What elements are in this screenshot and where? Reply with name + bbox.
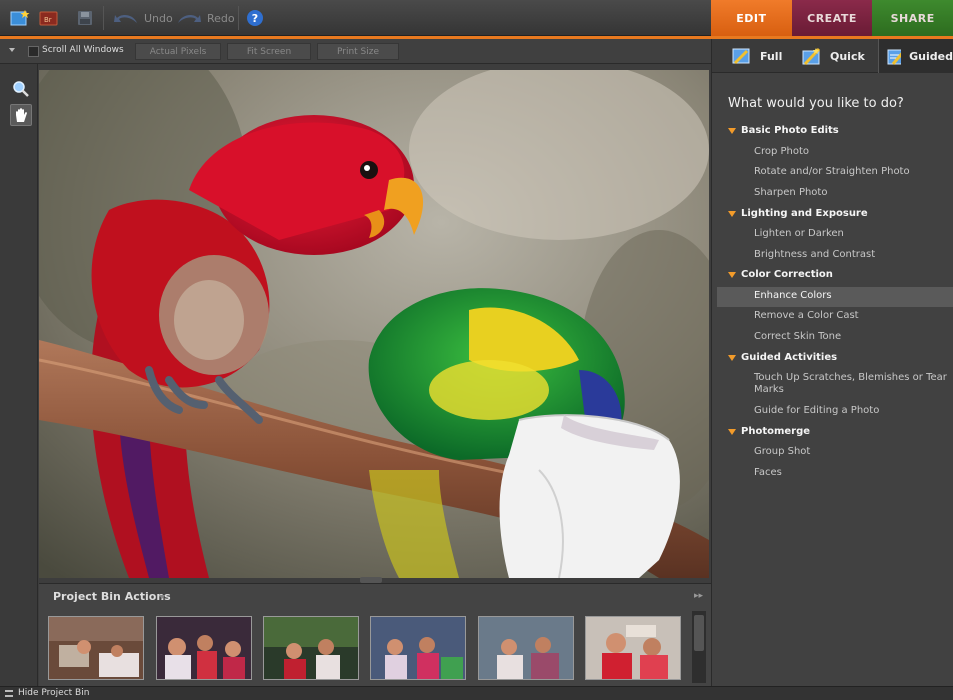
bin-thumbnail[interactable] xyxy=(156,616,252,680)
tab-guided-edit[interactable]: Guided xyxy=(878,39,953,73)
bin-thumbnail[interactable] xyxy=(478,616,574,680)
thumbnail-image xyxy=(586,617,680,679)
project-bin: Project Bin Actions ▸▸ xyxy=(39,583,711,686)
photo-canvas[interactable] xyxy=(39,70,709,578)
bin-thumbnail[interactable] xyxy=(585,616,681,680)
redo-arrow-icon xyxy=(178,15,201,23)
scroll-all-windows-checkbox[interactable] xyxy=(28,46,39,57)
disclosure-triangle-icon[interactable] xyxy=(728,127,736,134)
bin-expand-icon[interactable]: ▸▸ xyxy=(694,591,703,601)
disclosure-triangle-icon[interactable] xyxy=(728,428,736,435)
help-icon: ? xyxy=(247,10,263,26)
undo-arrow-icon xyxy=(114,15,137,23)
save-disk-icon xyxy=(78,11,92,25)
guided-item-touch-up-scratches[interactable]: Touch Up Scratches, Blemishes or Tear Ma… xyxy=(754,372,949,396)
thumbnail-image xyxy=(49,617,143,679)
guided-item-crop-photo[interactable]: Crop Photo xyxy=(754,146,949,158)
category-label: Guided Activities xyxy=(741,352,838,363)
tools-panel xyxy=(0,64,38,686)
guided-item-rotate-straighten[interactable]: Rotate and/or Straighten Photo xyxy=(754,166,949,178)
hand-tool[interactable] xyxy=(10,104,32,126)
print-size-button[interactable]: Print Size xyxy=(317,43,399,60)
category-basic-photo-edits[interactable]: Basic Photo Edits xyxy=(728,125,839,136)
main-toolbar: Br Undo Redo ? xyxy=(0,0,711,36)
project-bin-actions-menu[interactable]: Project Bin Actions xyxy=(53,590,171,603)
tab-edit[interactable]: EDIT xyxy=(711,0,792,36)
category-color-correction[interactable]: Color Correction xyxy=(728,269,833,280)
category-label: Color Correction xyxy=(741,269,833,280)
fit-screen-button[interactable]: Fit Screen xyxy=(227,43,311,60)
new-file-icon xyxy=(10,10,30,26)
zoom-tool[interactable] xyxy=(10,78,32,100)
guided-edit-panel: Full Quick Guided What would you like to… xyxy=(711,39,953,686)
guided-item-correct-skin-tone[interactable]: Correct Skin Tone xyxy=(754,331,949,343)
save-button[interactable] xyxy=(76,8,94,28)
guided-item-sharpen-photo[interactable]: Sharpen Photo xyxy=(754,187,949,199)
thumbnail-image xyxy=(479,617,573,679)
thumbnail-image xyxy=(264,617,358,679)
disclosure-triangle-icon[interactable] xyxy=(728,271,736,278)
quick-fix-icon xyxy=(802,47,821,65)
scroll-all-windows-label: Scroll All Windows xyxy=(42,45,124,55)
category-lighting-exposure[interactable]: Lighting and Exposure xyxy=(728,208,868,219)
panel-menu-arrow-icon[interactable] xyxy=(9,48,15,52)
bin-thumbnail[interactable] xyxy=(48,616,144,680)
bridge-icon: Br xyxy=(39,11,58,26)
svg-text:Br: Br xyxy=(44,16,52,24)
tab-share[interactable]: SHARE xyxy=(872,0,953,36)
guided-item-guide-editing-photo[interactable]: Guide for Editing a Photo xyxy=(754,405,949,417)
guided-edit-icon xyxy=(887,49,902,65)
guided-item-group-shot[interactable]: Group Shot xyxy=(754,446,949,458)
lorikeet-photo xyxy=(39,70,709,578)
thumbnail-image xyxy=(157,617,251,679)
chevron-down-icon[interactable] xyxy=(159,595,165,599)
tab-full-edit[interactable]: Full xyxy=(732,39,782,73)
full-edit-label: Full xyxy=(760,49,783,63)
quick-fix-label: Quick xyxy=(830,49,865,63)
status-bar: Hide Project Bin xyxy=(0,686,953,700)
category-photomerge[interactable]: Photomerge xyxy=(728,426,810,437)
hide-project-bin-toggle[interactable]: Hide Project Bin xyxy=(18,688,89,698)
hide-bin-icon[interactable] xyxy=(5,690,13,697)
guided-edit-label: Guided xyxy=(909,49,953,63)
tab-quick-fix[interactable]: Quick xyxy=(802,39,865,73)
redo-label: Redo xyxy=(207,11,235,25)
undo-button[interactable]: Undo xyxy=(113,8,173,28)
undo-label: Undo xyxy=(144,11,173,25)
redo-button[interactable]: Redo xyxy=(176,8,235,28)
disclosure-triangle-icon[interactable] xyxy=(728,354,736,361)
disclosure-triangle-icon[interactable] xyxy=(728,210,736,217)
bridge-button[interactable]: Br xyxy=(39,8,59,28)
mode-tabs: EDIT CREATE SHARE xyxy=(711,0,953,36)
bin-scrollbar[interactable] xyxy=(692,611,706,683)
category-label: Photomerge xyxy=(741,426,811,437)
help-button[interactable]: ? xyxy=(247,8,263,28)
guided-item-enhance-colors[interactable]: Enhance Colors xyxy=(754,290,949,302)
bin-thumbnail[interactable] xyxy=(263,616,359,680)
hand-icon xyxy=(16,108,27,122)
guided-item-remove-color-cast[interactable]: Remove a Color Cast xyxy=(754,310,949,322)
category-label: Basic Photo Edits xyxy=(741,125,839,136)
bin-thumbnail[interactable] xyxy=(370,616,466,680)
new-file-button[interactable] xyxy=(10,8,30,28)
guided-item-lighten-darken[interactable]: Lighten or Darken xyxy=(754,228,949,240)
guided-question-heading: What would you like to do? xyxy=(728,96,904,111)
full-edit-icon xyxy=(732,48,750,65)
edit-mode-subtabs: Full Quick Guided xyxy=(712,39,953,73)
guided-item-brightness-contrast[interactable]: Brightness and Contrast xyxy=(754,249,949,261)
view-options-bar: Scroll All Windows Actual Pixels Fit Scr… xyxy=(0,39,711,64)
category-guided-activities[interactable]: Guided Activities xyxy=(728,352,837,363)
scrollbar-thumb[interactable] xyxy=(694,615,704,651)
tab-create[interactable]: CREATE xyxy=(791,0,873,36)
thumbnail-image xyxy=(371,617,465,679)
magnifier-icon xyxy=(13,81,29,97)
actual-pixels-button[interactable]: Actual Pixels xyxy=(135,43,221,60)
category-label: Lighting and Exposure xyxy=(741,208,868,219)
guided-item-faces[interactable]: Faces xyxy=(754,467,949,479)
